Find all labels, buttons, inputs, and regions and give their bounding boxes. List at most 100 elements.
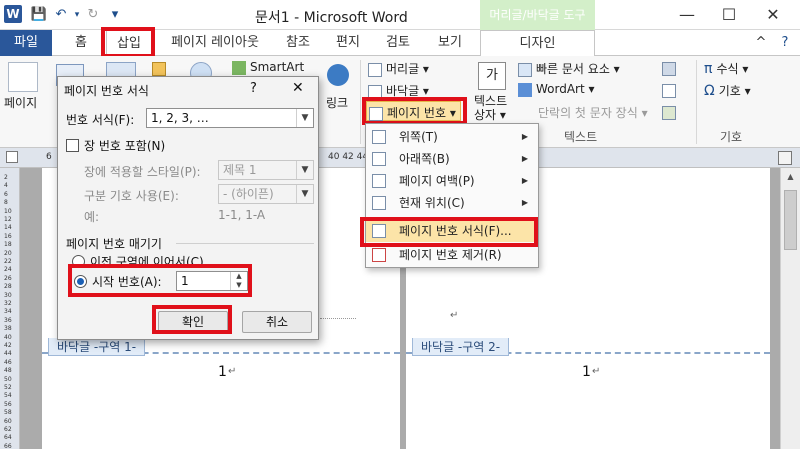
highlight-ok-button	[152, 305, 232, 334]
symbol-button[interactable]: Ω 기호 ▾	[704, 82, 751, 99]
vertical-ruler-mark: 10	[4, 207, 12, 215]
menu-item-remove-page-numbers[interactable]: 페이지 번호 제거(R)	[366, 244, 538, 266]
menu-item-top[interactable]: 위쪽(T) ▶	[366, 126, 538, 148]
vertical-ruler-mark: 60	[4, 417, 12, 425]
help-icon[interactable]: ?	[774, 30, 796, 56]
remove-page-number-icon	[372, 248, 386, 262]
numbering-section-label: 페이지 번호 매기기	[66, 237, 162, 251]
close-button[interactable]: ✕	[758, 4, 788, 26]
include-chapter-label[interactable]: 장 번호 포함(N)	[84, 137, 165, 154]
ribbon-separator	[360, 60, 361, 144]
vertical-ruler-mark: 50	[4, 375, 12, 383]
cancel-button[interactable]: 취소	[242, 311, 312, 333]
vertical-ruler-mark: 42	[4, 342, 12, 349]
vertical-ruler-mark: 36	[4, 316, 12, 324]
vertical-ruler-mark: 6	[4, 190, 8, 198]
quick-parts-button[interactable]: 빠른 문서 요소 ▾	[518, 60, 620, 77]
paragraph-mark: ↵	[592, 366, 601, 377]
equation-button[interactable]: π 수식 ▾	[704, 60, 748, 77]
omega-icon: Ω	[704, 83, 715, 99]
menu-item-bottom[interactable]: 아래쪽(B) ▶	[366, 148, 538, 170]
separator-combo[interactable]: - (하이픈) ▼	[218, 184, 314, 204]
section-divider	[176, 243, 314, 244]
equation-label: 수식 ▾	[716, 62, 749, 76]
vertical-ruler-mark: 12	[4, 216, 12, 223]
current-position-icon	[372, 196, 386, 210]
title-bar: W 💾 ↶ ▾ ↻ ▾ 문서1 - Microsoft Word — ☐ ✕	[0, 0, 800, 30]
tab-home[interactable]: 홈	[66, 30, 96, 56]
include-chapter-checkbox[interactable]	[66, 139, 79, 152]
vertical-ruler[interactable]: 2 4 6 8 10 12 14 16 18 20 22 24 26 28 30 32 34 36 38 40 42 44…	[0, 168, 20, 449]
vertical-ruler-mark: 4	[4, 182, 8, 190]
redo-icon[interactable]: ↻	[84, 6, 102, 24]
page-number-format-dialog: 페이지 번호 서식 ? ✕ 번호 서식(F): 1, 2, 3, … ▼ 장 번호…	[57, 76, 319, 340]
footer-section-2-tag: 바닥글 -구역 2-	[412, 338, 510, 356]
menu-item-label: 페이지 여백(P)	[399, 174, 475, 188]
number-format-combo[interactable]: 1, 2, 3, … ▼	[146, 108, 314, 128]
maximize-button[interactable]: ☐	[714, 4, 744, 26]
signature-icon[interactable]	[662, 62, 676, 76]
chevron-down-icon: ▼	[296, 185, 313, 203]
tab-file[interactable]: 파일	[0, 30, 52, 56]
wordart-button[interactable]: WordArt ▾	[518, 82, 595, 97]
tab-references[interactable]: 참조	[280, 30, 316, 56]
tab-page-layout[interactable]: 페이지 레이아웃	[160, 30, 270, 56]
datetime-icon[interactable]	[662, 84, 676, 98]
submenu-arrow-icon: ▶	[521, 154, 528, 163]
page-group-label[interactable]: 페이지	[4, 94, 37, 111]
page-2-number[interactable]: 1	[582, 364, 591, 380]
tab-design[interactable]: 디자인	[480, 30, 595, 56]
example-label: 예:	[84, 210, 100, 224]
page-1-number[interactable]: 1	[218, 364, 227, 380]
tab-stop-selector[interactable]	[6, 151, 18, 163]
vertical-scrollbar[interactable]: ▲	[780, 168, 800, 449]
dialog-close-button[interactable]: ✕	[292, 80, 304, 96]
cover-page-icon[interactable]	[8, 62, 38, 92]
menu-item-current-position[interactable]: 현재 위치(C) ▶	[366, 192, 538, 214]
header-label: 머리글 ▾	[386, 62, 429, 76]
pi-icon: π	[704, 61, 713, 77]
page-top-icon	[372, 130, 386, 144]
tab-review[interactable]: 검토	[378, 30, 418, 56]
collapse-ribbon-icon[interactable]: ^	[752, 30, 770, 56]
vertical-ruler-mark: 20	[4, 249, 12, 257]
textbox-icon[interactable]: 가	[478, 62, 506, 90]
vertical-ruler-mark: 24	[4, 266, 12, 274]
vertical-ruler-mark: 48	[4, 367, 12, 375]
section-break-mark	[320, 318, 356, 319]
vertical-ruler-mark: 56	[4, 400, 12, 408]
number-format-value: 1, 2, 3, …	[151, 111, 209, 125]
smartart-button[interactable]: SmartArt	[232, 60, 304, 75]
page-bottom-icon	[372, 152, 386, 166]
smartart-label: SmartArt	[250, 60, 305, 74]
smartart-icon	[232, 60, 246, 75]
menu-item-label: 위쪽(T)	[399, 130, 438, 144]
ruler-toggle-icon[interactable]	[778, 151, 792, 165]
number-format-label: 번호 서식(F):	[66, 113, 135, 127]
dialog-help-icon[interactable]: ?	[250, 81, 257, 96]
scroll-thumb[interactable]	[784, 190, 797, 250]
object-icon[interactable]	[662, 106, 676, 120]
chapter-style-value: 제목 1	[223, 163, 257, 177]
chapter-style-combo[interactable]: 제목 1 ▼	[218, 160, 314, 180]
header-button[interactable]: 머리글 ▾	[368, 60, 429, 77]
submenu-arrow-icon: ▶	[521, 176, 528, 185]
word-logo-icon[interactable]: W	[4, 5, 22, 23]
customize-qat-icon[interactable]: ▾	[106, 6, 124, 24]
scroll-up-icon[interactable]: ▲	[784, 172, 797, 183]
tab-mailings[interactable]: 편지	[330, 30, 366, 56]
hyperlink-icon[interactable]	[327, 64, 349, 86]
minimize-button[interactable]: —	[672, 4, 702, 26]
highlight-format-page-numbers	[360, 217, 538, 247]
header-icon	[368, 62, 382, 77]
menu-item-margins[interactable]: 페이지 여백(P) ▶	[366, 170, 538, 192]
vertical-ruler-mark: 32	[4, 300, 12, 307]
dropcap-button[interactable]: 단락의 첫 문자 장식 ▾	[538, 104, 648, 121]
quick-parts-label: 빠른 문서 요소 ▾	[536, 62, 620, 76]
textbox-label[interactable]: 텍스트 상자 ▾	[474, 94, 507, 122]
save-icon[interactable]: 💾	[30, 6, 48, 24]
menu-item-label: 현재 위치(C)	[399, 196, 465, 210]
link-label[interactable]: 링크	[326, 94, 348, 111]
clipart-icon[interactable]	[152, 62, 166, 76]
tab-view[interactable]: 보기	[432, 30, 468, 56]
